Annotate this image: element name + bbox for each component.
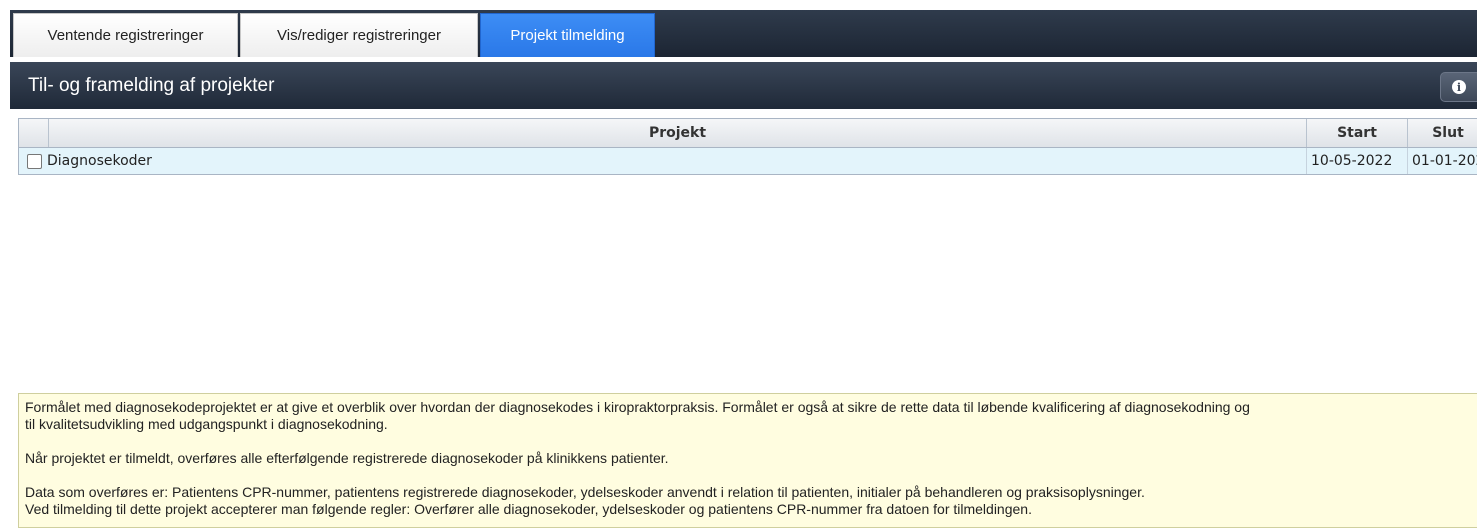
info-button[interactable]: i	[1440, 72, 1477, 102]
description-line: Data som overføres er: Patientens CPR-nu…	[25, 484, 1145, 500]
project-description: Formålet med diagnosekodeprojektet er at…	[18, 393, 1477, 528]
tab-projekt-tilmelding[interactable]: Projekt tilmelding	[480, 13, 655, 57]
section-header: Til- og framelding af projekter i	[10, 62, 1477, 109]
slut-cell: 01-01-2029	[1412, 153, 1477, 169]
projects-grid: Projekt Start Slut Diagnosekoder 10-05-2…	[18, 118, 1477, 175]
start-cell: 10-05-2022	[1307, 148, 1408, 174]
row-checkbox[interactable]	[27, 153, 42, 169]
section-title: Til- og framelding af projekter	[28, 75, 275, 96]
description-line: til kvalitetsudvikling med udgangspunkt …	[25, 416, 388, 432]
description-line: Når projektet er tilmeldt, overføres all…	[25, 450, 669, 466]
checkbox-column-header	[19, 119, 49, 147]
tab-vis-rediger-registreringer[interactable]: Vis/rediger registreringer	[240, 13, 478, 57]
tab-bar: Ventende registreringer Vis/rediger regi…	[0, 0, 1477, 57]
projekt-cell: Diagnosekoder	[19, 148, 1307, 174]
info-icon: i	[1452, 80, 1466, 94]
description-line: Formålet med diagnosekodeprojektet er at…	[25, 399, 1250, 415]
projekt-name: Diagnosekoder	[47, 153, 152, 169]
grid-header: Projekt Start Slut	[19, 119, 1477, 148]
column-header-slut[interactable]: Slut	[1408, 119, 1477, 147]
description-line: Ved tilmelding til dette projekt accepte…	[25, 501, 1032, 517]
column-header-projekt[interactable]: Projekt	[49, 119, 1307, 147]
tab-ventende-registreringer[interactable]: Ventende registreringer	[13, 13, 238, 57]
column-header-start[interactable]: Start	[1307, 119, 1408, 147]
table-row[interactable]: Diagnosekoder 10-05-2022 01-01-2029	[19, 148, 1477, 174]
